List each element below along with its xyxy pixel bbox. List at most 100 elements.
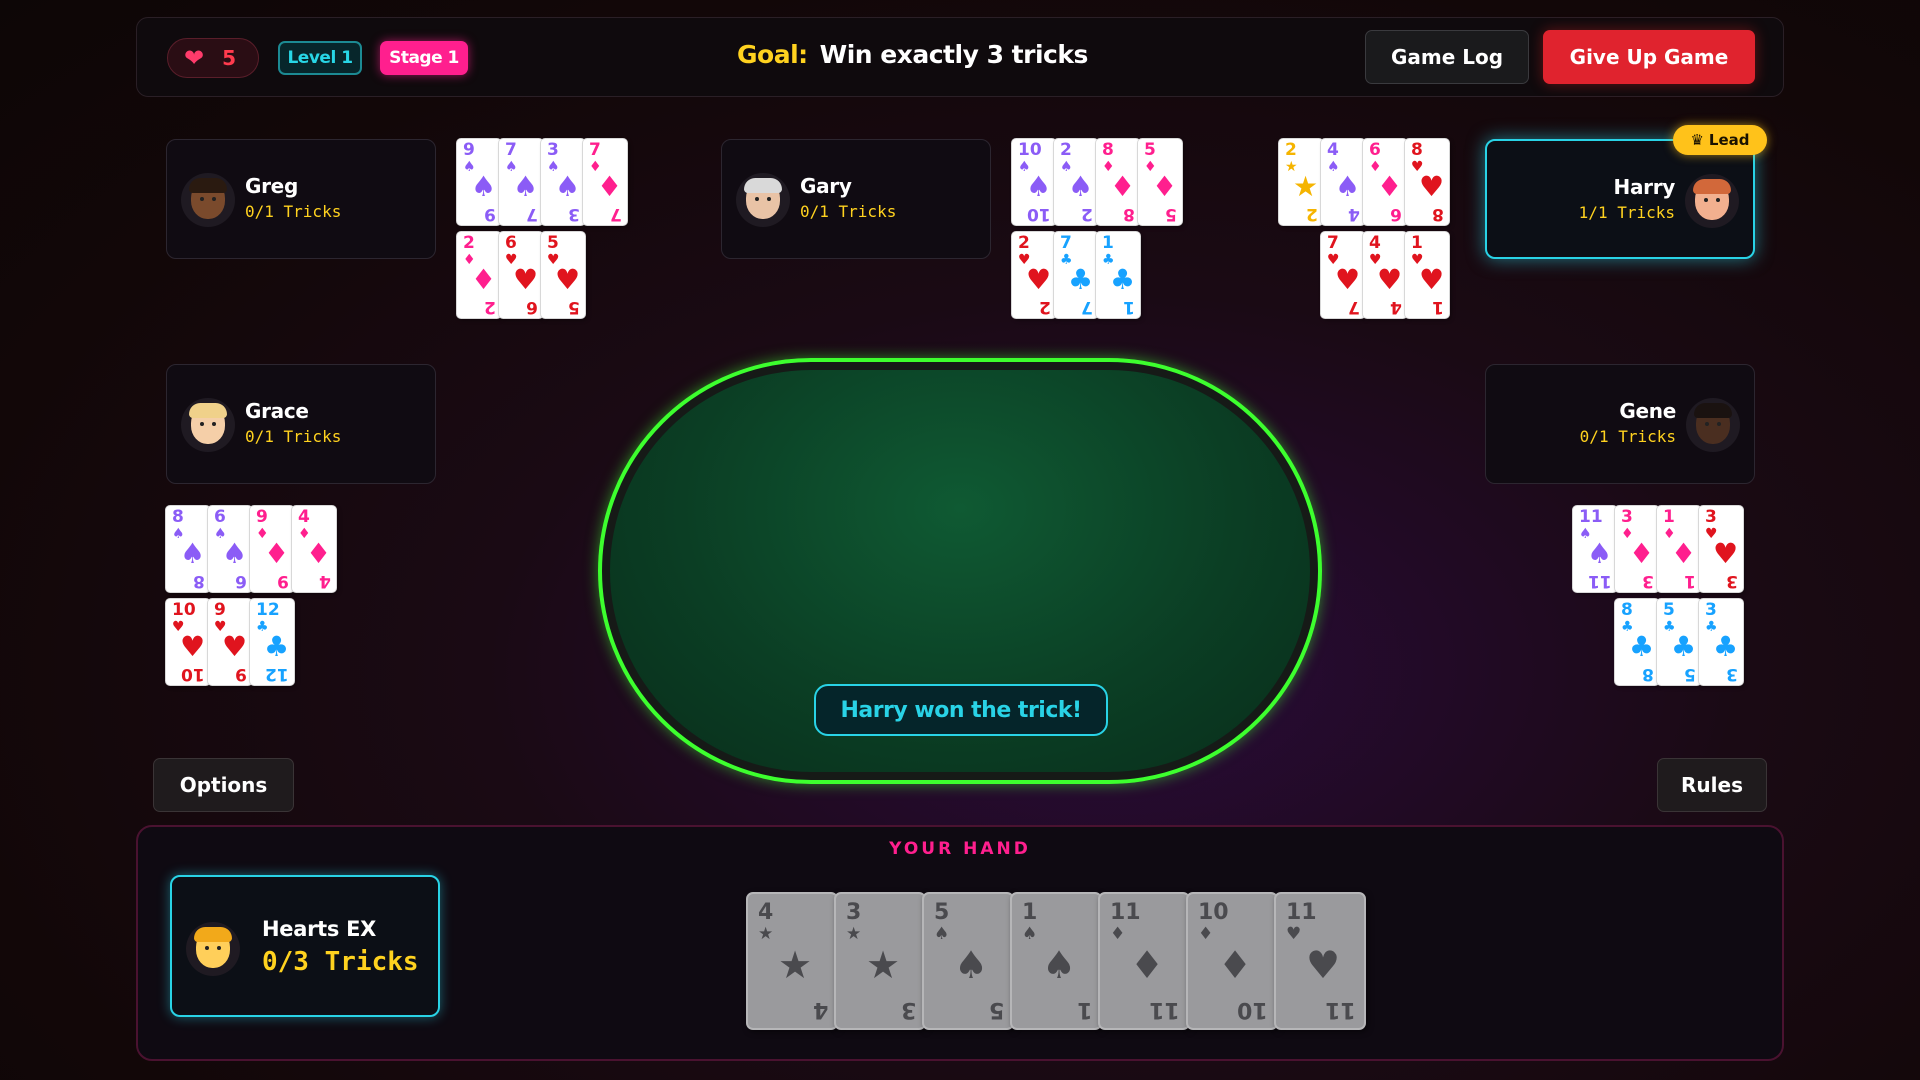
diamond-icon: ♦ [1377, 170, 1403, 203]
spade-icon: ♠ [1335, 170, 1361, 203]
card-5-of-spade[interactable]: 5 ♠ ♠ 5 [922, 892, 1014, 1030]
my-player-panel: Hearts EX 0/3 Tricks [170, 875, 440, 1017]
card-rank-bottom: 10 [1237, 997, 1268, 1022]
spade-icon: ♠ [555, 170, 581, 203]
club-icon: ♣ [1068, 263, 1094, 296]
card-3-of-club: 3 ♣ ♣ 3 [1699, 599, 1743, 685]
heart-icon: ♥ [1713, 537, 1739, 570]
card-5-of-club: 5 ♣ ♣ 5 [1657, 599, 1701, 685]
diamond-icon: ♦ [1110, 924, 1126, 944]
star-icon: ★ [1293, 170, 1319, 203]
card-11-of-heart[interactable]: 11 ♥ ♥ 11 [1274, 892, 1366, 1030]
avatar [1686, 398, 1740, 452]
card-rank-bottom: 7 [610, 204, 622, 224]
card-rank-bottom: 11 [1149, 997, 1180, 1022]
player-name: Gary [800, 174, 852, 198]
card-rank: 12 [256, 600, 280, 620]
card-rank: 10 [172, 600, 196, 620]
diamond-icon: ♦ [1110, 170, 1136, 203]
spade-icon: ♠ [513, 170, 539, 203]
star-icon: ★ [846, 924, 862, 944]
card-1-of-spade[interactable]: 1 ♠ ♠ 1 [1010, 892, 1102, 1030]
card-rank: 1 [1102, 233, 1114, 253]
card-rank-bottom: 8 [1123, 204, 1135, 224]
spade-icon: ♠ [1042, 943, 1077, 987]
card-rank: 8 [172, 507, 184, 527]
card-5-of-diamond: 5 ♦ ♦ 5 [1138, 139, 1182, 225]
card-rank: 6 [214, 507, 226, 527]
card-rank-bottom: 4 [1390, 297, 1402, 317]
card-rank: 4 [1369, 233, 1381, 253]
card-rank: 11 [1110, 900, 1141, 925]
card-8-of-diamond: 8 ♦ ♦ 8 [1096, 139, 1140, 225]
heart-icon: ♥ [1419, 263, 1445, 296]
card-rank-bottom: 3 [568, 204, 580, 224]
card-rank-bottom: 5 [568, 297, 580, 317]
card-rank-bottom: 1 [1684, 571, 1696, 591]
avatar [1685, 174, 1739, 228]
card-rank-bottom: 10 [181, 664, 205, 684]
card-rank-bottom: 1 [1076, 997, 1092, 1022]
card-5-of-heart: 5 ♥ ♥ 5 [541, 232, 585, 318]
card-3-of-spade: 3 ♠ ♠ 3 [541, 139, 585, 225]
spade-icon: ♠ [222, 537, 248, 570]
heart-icon: ♥ [1335, 263, 1361, 296]
card-11-of-diamond[interactable]: 11 ♦ ♦ 11 [1098, 892, 1190, 1030]
card-rank: 3 [1705, 507, 1717, 527]
card-rank-bottom: 7 [526, 204, 538, 224]
card-rank: 4 [298, 507, 310, 527]
trick-result-message: Harry won the trick! [814, 684, 1108, 736]
game-log-button[interactable]: Game Log [1365, 30, 1529, 84]
heart-icon: ♥ [555, 263, 581, 296]
player-panel-harry: ♛ Lead Harry 1/1 Tricks [1485, 125, 1767, 259]
card-3-of-star[interactable]: 3 ★ ★ 3 [834, 892, 926, 1030]
player-tricks: 1/1 Tricks [1578, 203, 1675, 222]
diamond-icon: ♦ [1629, 537, 1655, 570]
card-8-of-club: 8 ♣ ♣ 8 [1615, 599, 1659, 685]
options-button[interactable]: Options [153, 758, 294, 812]
heart-icon: ♥ [1026, 263, 1052, 296]
card-4-of-diamond: 4 ♦ ♦ 4 [292, 506, 336, 592]
heart-icon: ♥ [1286, 924, 1302, 944]
card-rank: 2 [1060, 140, 1072, 160]
lives-count: 5 [222, 46, 237, 70]
card-4-of-star[interactable]: 4 ★ ★ 4 [746, 892, 838, 1030]
card-10-of-diamond[interactable]: 10 ♦ ♦ 10 [1186, 892, 1278, 1030]
diamond-icon: ♦ [264, 537, 290, 570]
card-rank: 5 [547, 233, 559, 253]
club-icon: ♣ [1629, 630, 1655, 663]
heart-icon: ♥ [180, 630, 206, 663]
card-8-of-heart: 8 ♥ ♥ 8 [1405, 139, 1449, 225]
card-rank: 7 [1060, 233, 1072, 253]
card-2-of-diamond: 2 ♦ ♦ 2 [457, 232, 501, 318]
spade-icon: ♠ [934, 924, 950, 944]
card-6-of-diamond: 6 ♦ ♦ 6 [1363, 139, 1407, 225]
card-rank-bottom: 2 [1039, 297, 1051, 317]
card-rank-bottom: 3 [900, 997, 916, 1022]
card-rank: 7 [1327, 233, 1339, 253]
card-2-of-star: 2 ★ ★ 2 [1279, 139, 1323, 225]
player-panel-grace: Grace 0/1 Tricks [166, 364, 436, 484]
card-rank: 3 [846, 900, 862, 925]
card-7-of-spade: 7 ♠ ♠ 7 [499, 139, 543, 225]
card-rank-bottom: 6 [526, 297, 538, 317]
give-up-game-button[interactable]: Give Up Game [1543, 30, 1755, 84]
card-2-of-spade: 2 ♠ ♠ 2 [1054, 139, 1098, 225]
card-rank: 3 [1621, 507, 1633, 527]
goal-description: Win exactly 3 tricks [819, 40, 1089, 69]
spade-icon: ♠ [180, 537, 206, 570]
card-rank-bottom: 11 [1325, 997, 1356, 1022]
card-rank: 2 [1285, 140, 1297, 160]
rules-button[interactable]: Rules [1657, 758, 1767, 812]
star-icon: ★ [758, 924, 774, 944]
player-panel-gene: Gene 0/1 Tricks [1485, 364, 1755, 484]
card-rank: 10 [1198, 900, 1229, 925]
card-rank-bottom: 2 [484, 297, 496, 317]
card-rank: 2 [463, 233, 475, 253]
diamond-icon: ♦ [1198, 924, 1214, 944]
star-icon: ★ [778, 943, 813, 987]
spade-icon: ♠ [1587, 537, 1613, 570]
card-rank-bottom: 9 [235, 664, 247, 684]
card-rank-bottom: 4 [812, 997, 828, 1022]
diamond-icon: ♦ [306, 537, 332, 570]
